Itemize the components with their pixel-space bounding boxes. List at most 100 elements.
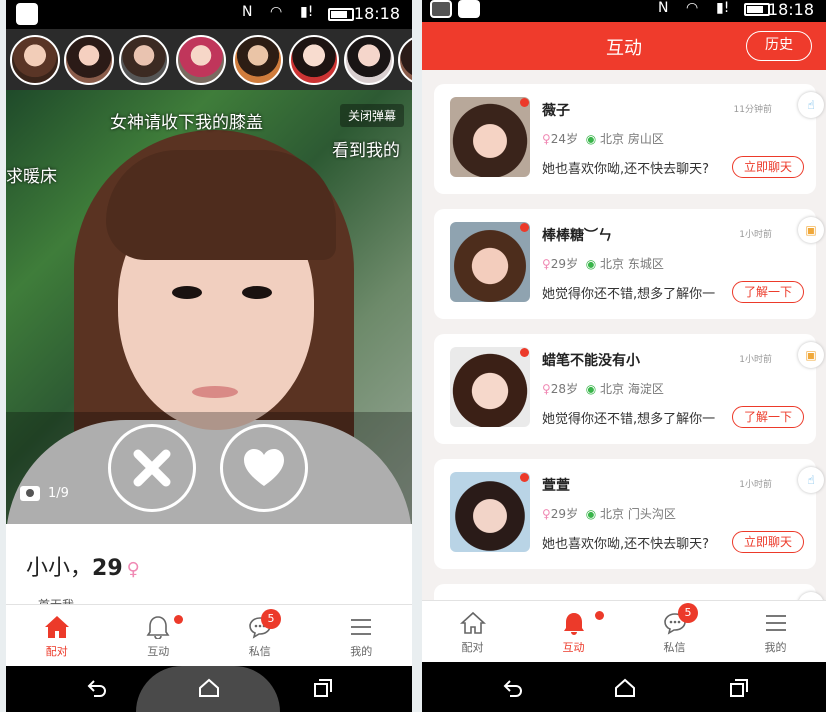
timestamp: 1小时前 (739, 480, 772, 490)
avatar[interactable] (119, 35, 169, 85)
chat-now-button[interactable]: 立即聊天 (732, 156, 804, 178)
location-icon: ◉ (585, 257, 597, 271)
close-danmu-button[interactable]: 关闭弹幕 (339, 104, 404, 127)
avatar[interactable] (233, 35, 283, 85)
list-item[interactable]: 萱萱 1小时前 ♀29岁 ◉ 北京 门头沟区 她也喜欢你呦,还不快去聊天? 立即… (434, 459, 824, 569)
avatar[interactable] (10, 35, 60, 85)
right-screen: N ◠ ▮! 18:18 互动 历史 薇子 11分钟前 ♀24岁 ◉ 北京 房山… (422, 0, 826, 712)
unread-badge: 5 (261, 609, 281, 629)
bell-icon (146, 616, 170, 639)
list-item[interactable]: 棒棒糖︶ㄣ 1小时前 ♀29岁 ◉ 北京 东城区 她觉得你还不错,想多了解你一 … (434, 209, 824, 319)
user-meta: ♀29岁 ◉ 北京 门头沟区 (542, 507, 676, 521)
gallery-notification-icon (430, 0, 452, 18)
chat-now-button[interactable]: 立即聊天 (732, 531, 804, 553)
user-name: 萱萱 (542, 478, 570, 494)
user-meta: ♀29岁 ◉ 北京 东城区 (542, 257, 664, 271)
user-meta: ♀24岁 ◉ 北京 房山区 (542, 132, 664, 146)
menu-icon (351, 619, 372, 635)
female-icon: ♀ (542, 132, 551, 146)
history-button[interactable]: 历史 (746, 31, 812, 61)
location-icon: ◉ (585, 132, 597, 146)
learn-more-button[interactable]: 了解一下 (732, 406, 804, 428)
avatar[interactable] (289, 35, 339, 85)
notification-dot (173, 615, 183, 624)
avatar[interactable] (64, 35, 114, 85)
clock: 18:18 (767, 0, 814, 19)
learn-more-button[interactable]: 了解一下 (732, 281, 804, 303)
battery-icon (744, 3, 770, 16)
bell-icon (563, 613, 584, 635)
avatar[interactable] (344, 35, 394, 85)
app-notification-icon (458, 0, 480, 18)
nav-match[interactable]: 配对 (422, 601, 523, 662)
status-bar: N ◠ ▮! 18:18 (422, 0, 826, 22)
message-text: 她也喜欢你呦,还不快去聊天? (542, 162, 710, 177)
female-icon: ♀ (542, 257, 551, 271)
home-icon[interactable] (614, 678, 636, 698)
home-icon[interactable] (198, 678, 220, 698)
wifi-icon: ◠ (686, 0, 699, 16)
avatar[interactable] (398, 35, 412, 85)
heart-icon (244, 449, 284, 486)
unread-dot (520, 223, 529, 232)
bottom-nav: 配对 互动 私信 5 我的 (422, 600, 826, 662)
recents-icon[interactable] (312, 678, 334, 698)
home-icon (44, 616, 69, 638)
danmu-text: 看到我的 (332, 141, 400, 161)
unread-dot (520, 473, 529, 482)
message-text: 她也喜欢你呦,还不快去聊天? (542, 537, 710, 552)
unread-dot (520, 98, 529, 107)
app-notification-icon (16, 3, 38, 25)
top-bar: 互动 历史 (422, 22, 826, 70)
female-icon: ♀ (126, 559, 140, 580)
user-photo[interactable] (450, 97, 530, 177)
unread-dot (520, 348, 529, 357)
note-icon: ▣ (798, 342, 824, 368)
user-name: 棒棒糖︶ㄣ (542, 228, 612, 244)
unread-badge: 5 (678, 603, 698, 623)
user-photo[interactable] (450, 472, 530, 552)
message-text: 她觉得你还不错,想多了解你一 (542, 287, 716, 302)
user-name: 薇子 (542, 103, 570, 119)
list-item[interactable]: 薇子 11分钟前 ♀24岁 ◉ 北京 房山区 她也喜欢你呦,还不快去聊天? 立即… (434, 84, 824, 194)
nav-interact[interactable]: 互动 (523, 601, 624, 662)
clock: 18:18 (353, 4, 400, 23)
female-icon: ♀ (542, 507, 551, 521)
battery-icon (328, 8, 354, 21)
list-item[interactable]: 蜡笔不能没有小 1小时前 ♀28岁 ◉ 北京 海淀区 她觉得你还不错,想多了解你… (434, 334, 824, 444)
avatar[interactable] (176, 35, 226, 85)
menu-icon (765, 615, 786, 631)
nav-messages[interactable]: 私信 5 (209, 605, 311, 666)
back-icon[interactable] (86, 678, 108, 698)
user-photo[interactable] (450, 347, 530, 427)
profile-photo[interactable]: 女神请收下我的膝盖 求暖床 看到我的 关闭弹幕 (6, 90, 412, 524)
location-icon: ◉ (585, 382, 597, 396)
signal-icon: ▮! (716, 0, 730, 16)
nav-me[interactable]: 我的 (311, 605, 413, 666)
user-name: 蜡笔不能没有小 (542, 353, 640, 369)
nav-me[interactable]: 我的 (725, 601, 826, 662)
profile-info: 小小，29♀ 一首无我 (6, 524, 412, 612)
profile-name: 小小，29 ♀ (26, 556, 140, 581)
nav-interact[interactable]: 互动 (108, 605, 210, 666)
female-icon: ♀ (542, 382, 551, 396)
dislike-button[interactable] (108, 424, 196, 512)
timestamp: 1小时前 (739, 230, 772, 240)
bottom-nav: 配对 互动 私信 5 我的 (6, 604, 412, 666)
back-icon[interactable] (502, 678, 524, 698)
wifi-icon: ◠ (270, 4, 283, 20)
system-nav (422, 662, 826, 712)
like-button[interactable] (220, 424, 308, 512)
camera-icon (20, 486, 40, 501)
close-icon (133, 449, 171, 487)
notification-dot (595, 611, 604, 620)
recents-icon[interactable] (728, 678, 750, 698)
avatar-strip (6, 29, 412, 90)
user-photo[interactable] (450, 222, 530, 302)
home-icon (459, 611, 486, 634)
like-hand-icon: ☝ (798, 467, 824, 493)
signal-icon: ▮! (300, 4, 314, 20)
nav-match[interactable]: 配对 (6, 605, 108, 666)
timestamp: 1小时前 (739, 355, 772, 365)
nav-messages[interactable]: 私信 5 (624, 601, 725, 662)
